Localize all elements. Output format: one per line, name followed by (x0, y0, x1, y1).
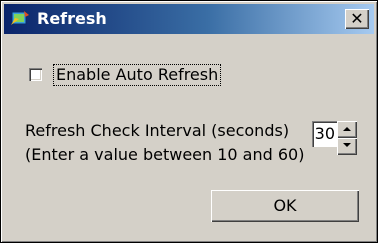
interval-label: Refresh Check Interval (seconds) (Enter … (25, 119, 304, 167)
title-bar[interactable]: Refresh ✕ (4, 4, 374, 34)
auto-refresh-checkbox[interactable] (29, 68, 42, 81)
arrow-up-icon (343, 127, 351, 131)
interval-decrement-button[interactable] (337, 138, 357, 155)
auto-refresh-label[interactable]: Enable Auto Refresh (52, 64, 222, 86)
refresh-dialog: Refresh ✕ Enable Auto Refresh Refresh Ch… (0, 0, 378, 243)
ok-button[interactable]: OK (211, 190, 359, 222)
interval-input[interactable]: 30 (312, 121, 337, 147)
arrow-down-icon (343, 143, 351, 147)
close-button[interactable]: ✕ (345, 9, 369, 29)
interval-label-line1: Refresh Check Interval (seconds) (25, 121, 290, 140)
interval-label-line2: (Enter a value between 10 and 60) (25, 145, 305, 164)
close-icon: ✕ (350, 9, 364, 28)
window-title: Refresh (37, 9, 107, 28)
refresh-app-icon (9, 9, 31, 29)
interval-increment-button[interactable] (337, 121, 357, 138)
